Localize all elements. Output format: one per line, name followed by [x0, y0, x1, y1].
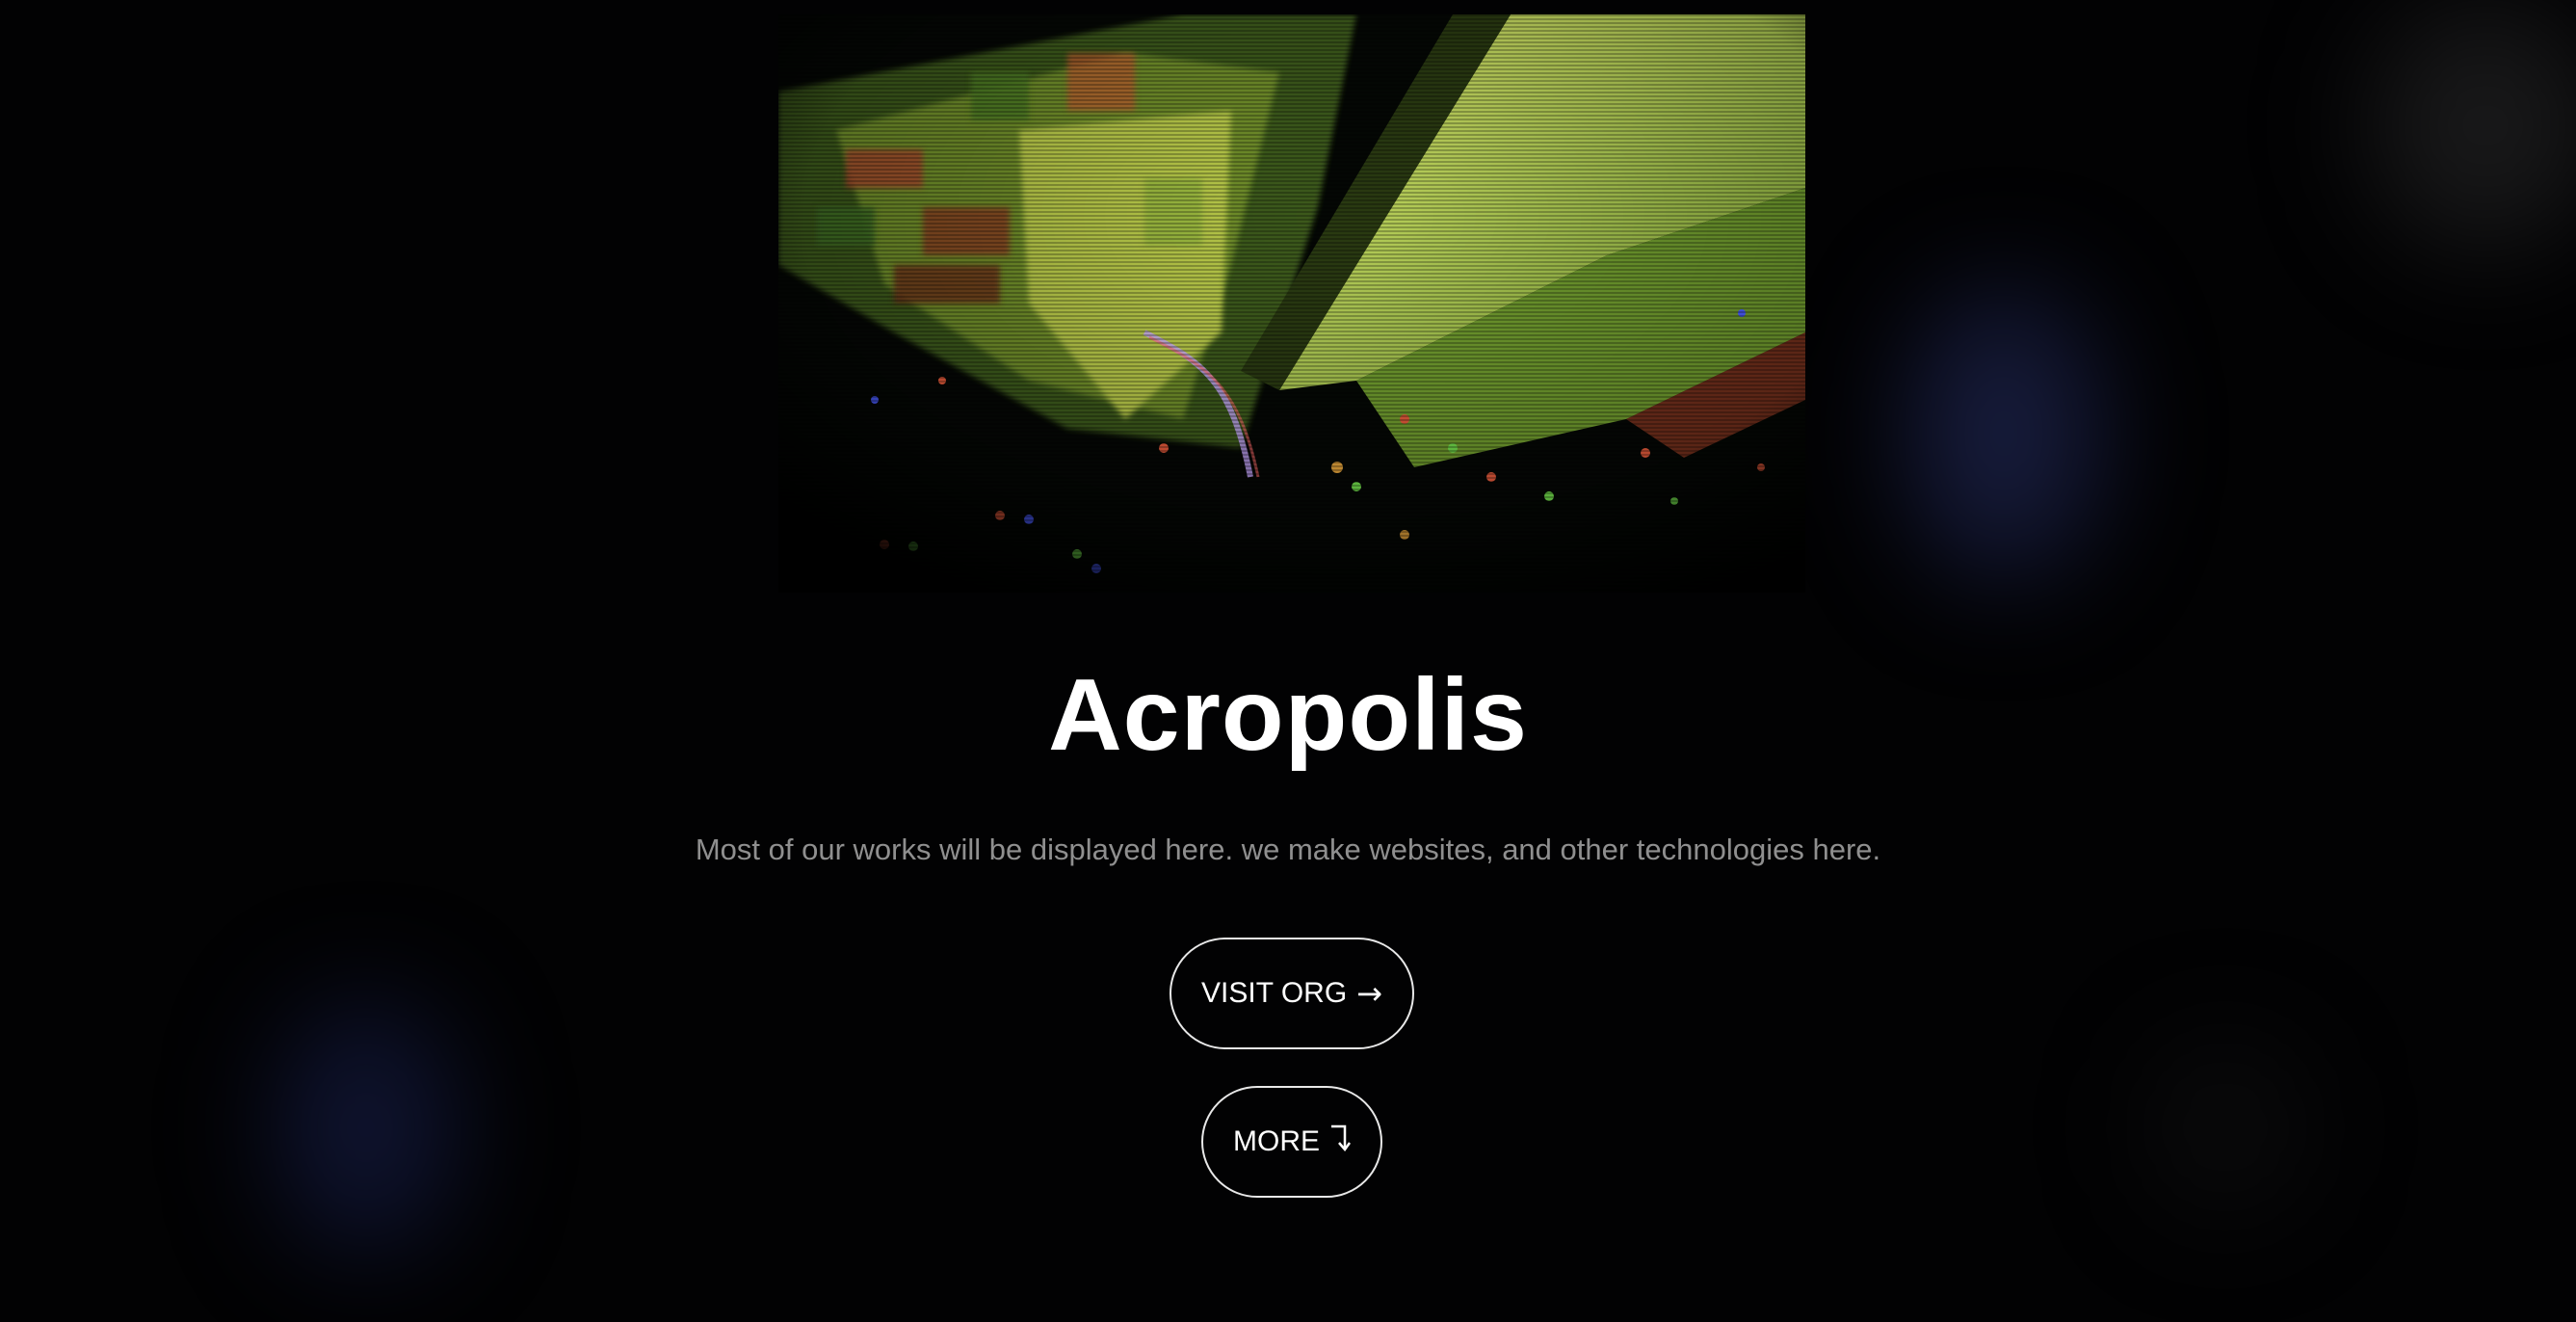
arrow-down-turn-icon [1329, 1124, 1352, 1160]
more-button[interactable]: MORE [1201, 1086, 1382, 1198]
background-glow [2148, 1041, 2302, 1214]
background-glow [1907, 289, 2100, 578]
arrow-right-icon: → [1356, 975, 1382, 1012]
background-glow [279, 1002, 453, 1253]
visit-org-button[interactable]: VISIT ORG → [1170, 938, 1414, 1049]
visit-org-label: VISIT ORG [1201, 977, 1348, 1009]
page-subtitle: Most of our works will be displayed here… [695, 833, 1881, 866]
background-glow [2370, 0, 2576, 251]
page: Acropolis Most of our works will be disp… [0, 0, 2576, 1322]
page-title: Acropolis [1048, 658, 1528, 772]
hero-image [778, 14, 1805, 593]
more-label: MORE [1233, 1125, 1320, 1157]
